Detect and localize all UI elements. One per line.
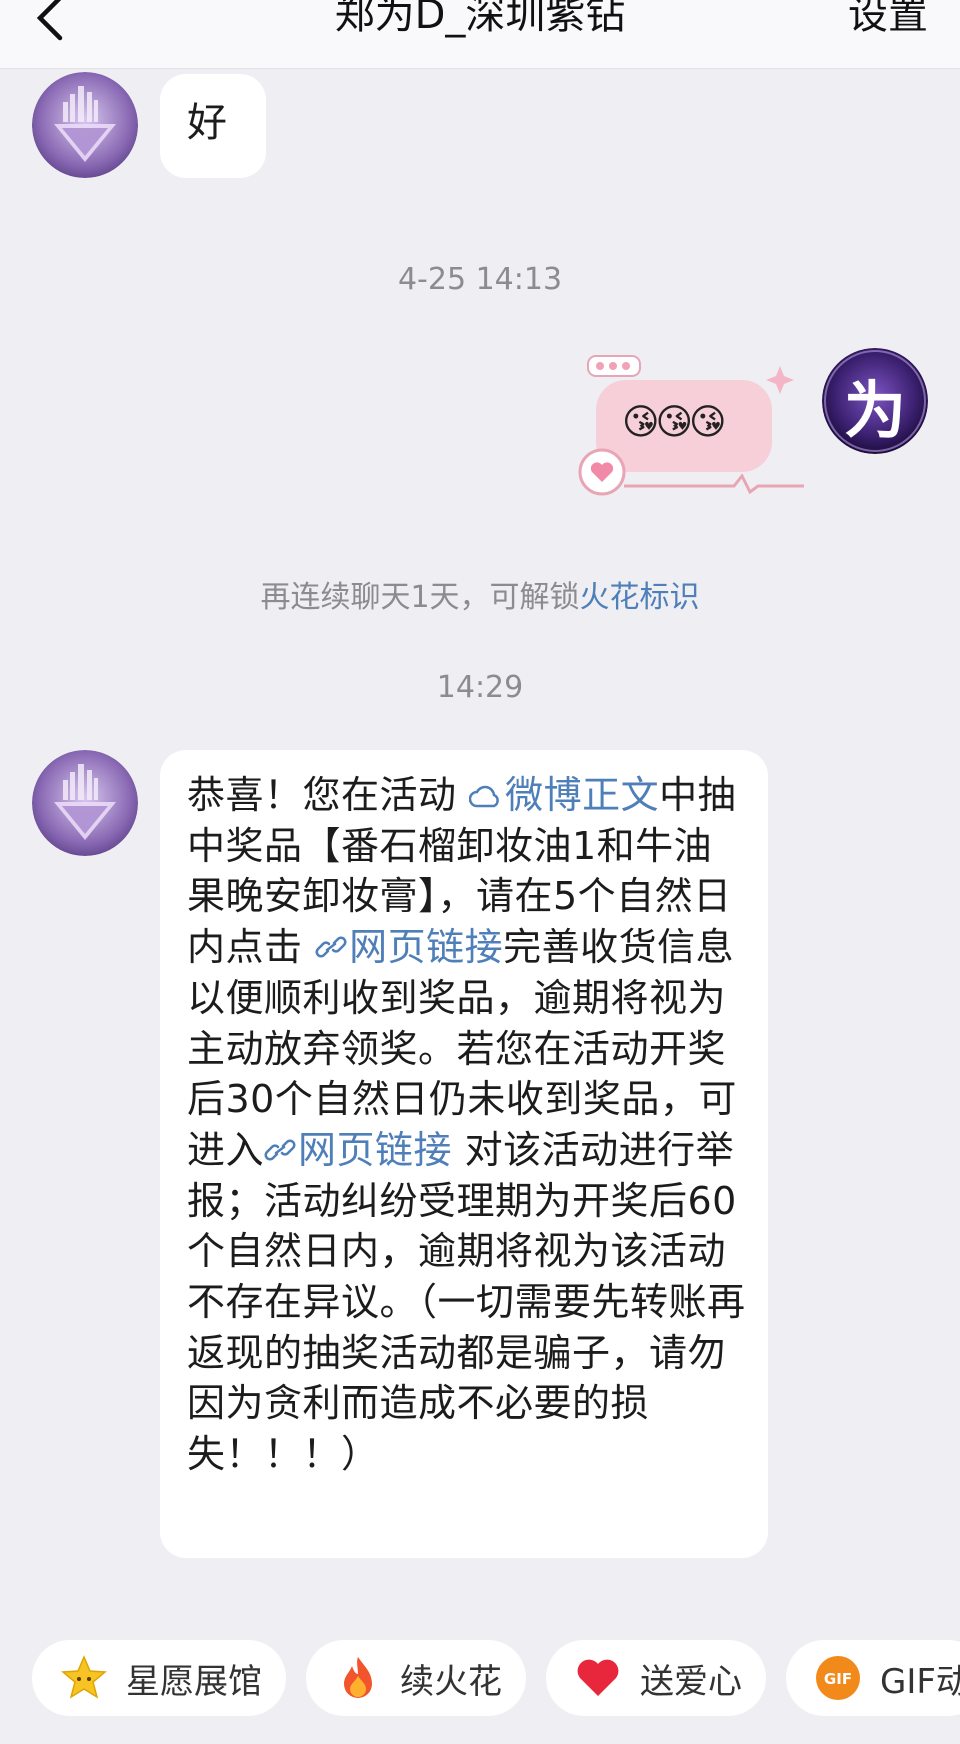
- timestamp: 4-25 14:13: [397, 262, 563, 297]
- quick-action-send-heart[interactable]: 送爱心: [546, 1640, 766, 1716]
- system-notice-text: 再连续聊天1天，可解锁: [260, 580, 580, 615]
- message-bubble[interactable]: 好: [160, 74, 266, 178]
- quick-action-renew-spark[interactable]: 续火花: [306, 1640, 526, 1716]
- chat-header: 郑为D_深圳紫钻 设置: [0, 0, 960, 69]
- quick-action-gif[interactable]: GIF GIF动: [786, 1640, 960, 1716]
- weibo-post-link[interactable]: 微博正文: [468, 773, 660, 817]
- weibo-post-link-label: 微博正文: [505, 773, 660, 817]
- prize-message-text: 恭喜！您在活动 微博正文中抽中奖品【番石榴卸妆油1和牛油果晚安卸妆膏】，请在5个…: [187, 770, 747, 1480]
- link-icon: [315, 936, 347, 958]
- chip-label: 续火花: [400, 1661, 502, 1702]
- webpage-link-label: 网页链接: [349, 925, 504, 970]
- system-notice: 再连续聊天1天，可解锁火花标识: [0, 572, 960, 616]
- sticker-message[interactable]: 😘😘😘: [574, 352, 806, 500]
- flame-icon: [344, 1657, 372, 1698]
- timestamp: 14:29: [436, 670, 524, 705]
- chip-label: GIF动: [880, 1661, 960, 1702]
- message-text: 对该活动进行举报；活动纠纷受理期为开奖后60个自然日内，逾期将视为该活动不存在异…: [187, 1127, 746, 1477]
- link-icon: [264, 1139, 296, 1161]
- spark-badge-link[interactable]: 火花标识: [580, 580, 700, 615]
- self-avatar-char: 为: [843, 374, 906, 447]
- settings-button[interactable]: 设置: [848, 0, 928, 40]
- contact-avatar[interactable]: [32, 72, 138, 178]
- chip-label: 星愿展馆: [126, 1661, 262, 1702]
- chip-label: 送爱心: [640, 1661, 742, 1702]
- star-icon: [61, 1655, 107, 1699]
- webpage-link-label: 网页链接: [298, 1127, 453, 1172]
- svg-text:GIF: GIF: [824, 1670, 852, 1688]
- cloud-icon: [468, 785, 499, 808]
- webpage-link[interactable]: 网页链接: [264, 1128, 452, 1172]
- message-text: 恭喜！您在活动: [187, 773, 470, 817]
- self-avatar[interactable]: 为: [822, 348, 928, 454]
- contact-avatar[interactable]: [32, 750, 138, 856]
- message-text: 好: [187, 100, 228, 146]
- prize-message-bubble[interactable]: 恭喜！您在活动 微博正文中抽中奖品【番石榴卸妆油1和牛油果晚安卸妆膏】，请在5个…: [160, 750, 768, 1558]
- webpage-link[interactable]: 网页链接: [315, 925, 503, 969]
- quick-action-star-gallery[interactable]: 星愿展馆: [32, 1640, 286, 1716]
- chat-title: 郑为D_深圳紫钻: [334, 0, 626, 38]
- heart-icon: [577, 1659, 619, 1696]
- sticker-emojis: 😘😘😘: [622, 402, 727, 443]
- gif-icon: GIF: [816, 1656, 860, 1700]
